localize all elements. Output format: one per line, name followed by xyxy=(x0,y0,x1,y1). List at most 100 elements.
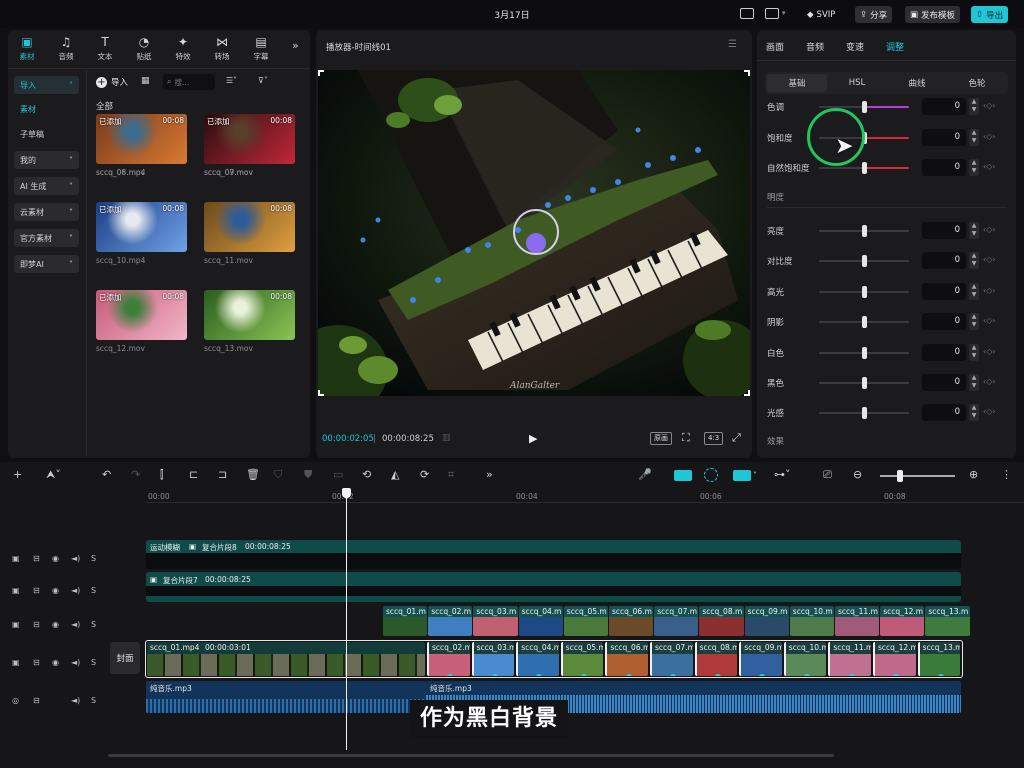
keyframe-icon[interactable]: ‹◇› xyxy=(983,255,996,264)
value-field[interactable]: 0 xyxy=(922,374,966,391)
qr-icon[interactable]: ▦ xyxy=(141,76,150,86)
subtab-color-wheel[interactable]: 色轮 xyxy=(947,74,1007,92)
sidebar-item-mine[interactable]: 我的 ˅ xyxy=(14,151,79,169)
chevron-down-icon[interactable]: ˅ xyxy=(753,471,757,480)
more-icon[interactable]: » xyxy=(486,468,493,481)
keyframe-dot[interactable] xyxy=(714,674,721,676)
media-thumbnail[interactable]: 00:08 xyxy=(204,202,295,252)
delete-icon[interactable]: 🗑 xyxy=(246,468,260,481)
mirror-icon[interactable]: ◭ xyxy=(391,468,399,481)
main-track-clip[interactable]: sccq_07.m xyxy=(650,642,693,676)
keyframe-dot[interactable] xyxy=(670,674,677,676)
sidebar-item-ai-generate[interactable]: AI 生成 ˅ xyxy=(14,177,79,195)
compound-clip-7[interactable]: ▣ 复合片段7 00:00:08:25 xyxy=(146,572,961,602)
value-field[interactable]: 0 xyxy=(922,404,966,422)
stepper-icon[interactable]: ▲ ▼ xyxy=(969,374,979,391)
value-field[interactable]: 0 xyxy=(922,222,966,239)
value-field[interactable]: 0 xyxy=(922,343,966,361)
stepper-icon[interactable]: ▲ ▼ xyxy=(969,404,979,422)
solo-icon[interactable]: S xyxy=(91,620,96,629)
stepper-icon[interactable]: ▲ ▼ xyxy=(969,313,979,331)
stepper-icon[interactable]: ▲ ▼ xyxy=(969,159,979,176)
value-field[interactable]: 0 xyxy=(922,159,966,176)
export-button[interactable]: ⇧ 导出 xyxy=(971,6,1009,23)
sidebar-item-cloud[interactable]: 云素材 ˅ xyxy=(14,203,79,221)
link-toggle-icon[interactable] xyxy=(674,470,692,481)
main-track-clip[interactable]: sccq_13.m xyxy=(917,642,961,676)
keyframe-dot[interactable] xyxy=(491,674,498,676)
stepper-icon[interactable]: ▲ ▼ xyxy=(969,128,979,146)
volume-icon[interactable]: ◄) xyxy=(71,586,80,595)
menu-icon[interactable]: ☰ xyxy=(728,39,737,50)
preview-axis-icon[interactable] xyxy=(733,470,751,481)
keyframe-dot[interactable] xyxy=(848,674,855,676)
screen-icon[interactable]: ⎚ xyxy=(823,468,832,482)
waveform-icon[interactable]: ▥ xyxy=(442,433,451,443)
timeline-clip[interactable]: sccq_09.m xyxy=(744,606,789,636)
media-thumbnail[interactable]: 已添加 00:08 xyxy=(96,202,187,252)
split-left-icon[interactable]: ⊏ xyxy=(189,468,198,481)
volume-icon[interactable]: ◄) xyxy=(71,658,80,667)
slider-knob[interactable] xyxy=(862,377,867,389)
lock-icon[interactable]: ⊟ xyxy=(33,696,40,705)
tab-speed[interactable]: 变速 xyxy=(846,40,864,53)
split-right-icon[interactable]: ⊐ xyxy=(218,468,227,481)
eye-icon[interactable]: ◉ xyxy=(52,658,59,667)
tab-transition[interactable]: ⋈ 转场 xyxy=(205,35,239,62)
crop-handle-top-right[interactable] xyxy=(744,70,750,76)
tab-subtitle[interactable]: ▤ 字幕 xyxy=(244,35,278,62)
crop-handle-bottom-left[interactable] xyxy=(318,390,324,396)
lock-icon[interactable]: ⊟ xyxy=(33,586,40,595)
timeline-clip[interactable]: sccq_01.m xyxy=(383,606,428,636)
slider-knob[interactable] xyxy=(862,285,867,298)
add-track-icon[interactable]: + xyxy=(13,468,22,481)
timeline-clip[interactable]: sccq_13.m xyxy=(925,606,970,636)
zoom-slider-knob[interactable] xyxy=(897,470,903,482)
more-tabs-icon[interactable]: » xyxy=(292,39,299,52)
crop-handle-top-left[interactable] xyxy=(318,70,324,76)
import-button[interactable]: + 导入 xyxy=(96,74,128,90)
keyframe-icon[interactable]: ‹◇› xyxy=(983,162,996,171)
solo-icon[interactable]: S xyxy=(91,658,96,667)
focus-icon[interactable]: ⛶ xyxy=(682,431,690,445)
play-icon[interactable]: ▶ xyxy=(529,432,537,445)
tab-audio[interactable]: ♫ 音频 xyxy=(49,35,83,62)
mark-icon[interactable]: ⛉ xyxy=(274,468,282,482)
tab-text[interactable]: T 文本 xyxy=(88,35,122,62)
chevron-down-icon[interactable]: ▾ xyxy=(782,9,786,17)
video-preview[interactable]: AlanGalter xyxy=(318,70,750,396)
value-field[interactable]: 0 xyxy=(922,313,966,331)
track-options-icon[interactable]: ⊶˅ xyxy=(774,468,791,481)
zoom-slider[interactable] xyxy=(880,470,955,482)
compound-clip-8[interactable]: 运动模糊 ▣ 复合片段8 00:00:08:25 xyxy=(146,540,961,569)
keyframe-icon[interactable]: ‹◇› xyxy=(983,377,996,386)
sidebar-item-import[interactable]: 导入 ˄ xyxy=(14,76,79,94)
value-field[interactable]: 0 xyxy=(922,128,966,146)
aspect-ratio-button[interactable]: 4:3 xyxy=(704,432,724,445)
stepper-icon[interactable]: ▲ ▼ xyxy=(969,282,979,300)
kebab-menu-icon[interactable]: ⋮ xyxy=(1001,468,1012,481)
keyframe-icon[interactable]: ‹◇› xyxy=(983,286,996,295)
media-thumbnail[interactable]: 已添加 00:08 xyxy=(204,114,295,164)
stepper-icon[interactable]: ▲ ▼ xyxy=(969,343,979,361)
split-icon[interactable]: ⫿ xyxy=(160,468,164,482)
slider-knob[interactable] xyxy=(862,255,867,268)
tab-adjust[interactable]: 调整 xyxy=(886,40,904,53)
timeline-clip[interactable]: sccq_10.m xyxy=(789,606,834,636)
main-track-clip[interactable]: sccq_03.m xyxy=(471,642,515,676)
slider-knob[interactable] xyxy=(862,407,867,420)
keyframe-dot[interactable] xyxy=(804,674,811,676)
keyframe-dot[interactable] xyxy=(536,674,543,676)
timeline-clip[interactable]: sccq_04.m xyxy=(518,606,563,636)
timeline-clip[interactable]: sccq_02.m xyxy=(428,606,473,636)
slider-knob[interactable] xyxy=(862,162,867,174)
main-track-clip[interactable]: sccq_04.m xyxy=(516,642,559,676)
value-field[interactable]: 0 xyxy=(922,282,966,300)
volume-icon[interactable]: ◄) xyxy=(71,620,80,629)
sidebar-item-official[interactable]: 官方素材 ˅ xyxy=(14,229,79,247)
keyframe-icon[interactable]: ‹◇› xyxy=(983,316,996,325)
search-input[interactable]: ⌕ 搜... xyxy=(163,74,215,90)
slider-knob[interactable] xyxy=(862,316,867,329)
main-track-clip[interactable]: sccq_06.m xyxy=(605,642,648,676)
main-clip-01[interactable]: sccq_01.mp4 00:00:03:01 xyxy=(147,642,425,676)
